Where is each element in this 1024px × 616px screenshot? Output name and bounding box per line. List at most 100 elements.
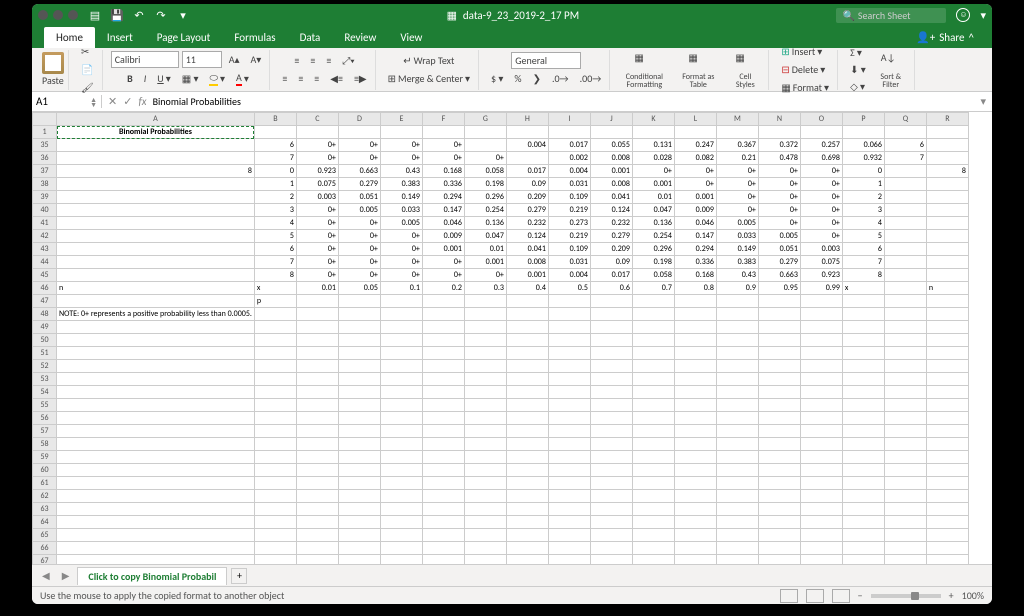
cell[interactable] <box>548 347 590 360</box>
row-header[interactable]: 57 <box>33 425 57 438</box>
cell[interactable] <box>716 490 758 503</box>
cell[interactable]: 0.136 <box>632 217 674 230</box>
cell[interactable] <box>590 334 632 347</box>
cell[interactable] <box>380 386 422 399</box>
cell[interactable]: 0+ <box>422 269 464 282</box>
cell[interactable] <box>422 386 464 399</box>
cell[interactable] <box>464 529 506 542</box>
cell[interactable]: 0+ <box>716 191 758 204</box>
cell[interactable]: 0.336 <box>422 178 464 191</box>
cell[interactable] <box>548 464 590 477</box>
cell[interactable] <box>758 542 800 555</box>
cell[interactable] <box>632 503 674 516</box>
cell[interactable]: 0+ <box>296 256 338 269</box>
cell[interactable] <box>884 542 926 555</box>
cell[interactable] <box>716 295 758 308</box>
cell[interactable] <box>506 347 548 360</box>
cell[interactable]: 8 <box>842 269 884 282</box>
cell[interactable] <box>926 308 968 321</box>
cell[interactable]: 0.075 <box>800 256 842 269</box>
cell[interactable] <box>422 464 464 477</box>
cell[interactable] <box>800 347 842 360</box>
cell[interactable]: 0.041 <box>506 243 548 256</box>
cell[interactable]: 0.99 <box>800 282 842 295</box>
cell[interactable]: 0.033 <box>716 230 758 243</box>
cell[interactable]: 1 <box>842 178 884 191</box>
cell[interactable]: 0.232 <box>590 217 632 230</box>
cell[interactable] <box>506 308 548 321</box>
cell[interactable]: 0+ <box>296 243 338 256</box>
cell[interactable] <box>884 230 926 243</box>
cell[interactable]: 0.046 <box>422 217 464 230</box>
cell[interactable]: 0.051 <box>758 243 800 256</box>
cell[interactable]: 0.219 <box>548 204 590 217</box>
cell[interactable]: 0.01 <box>632 191 674 204</box>
cell[interactable] <box>464 386 506 399</box>
cell[interactable]: 0.001 <box>422 243 464 256</box>
cell[interactable] <box>842 503 884 516</box>
cell[interactable] <box>926 126 968 139</box>
cell[interactable] <box>380 555 422 565</box>
cell[interactable] <box>422 334 464 347</box>
cell[interactable] <box>590 477 632 490</box>
cell[interactable] <box>422 347 464 360</box>
cell[interactable]: 0+ <box>338 152 380 165</box>
cell[interactable] <box>716 334 758 347</box>
cell[interactable] <box>674 490 716 503</box>
cell[interactable]: 0+ <box>800 217 842 230</box>
cell[interactable] <box>548 373 590 386</box>
row-header[interactable]: 63 <box>33 503 57 516</box>
row-header[interactable]: 67 <box>33 555 57 565</box>
cell[interactable]: 0.279 <box>506 204 548 217</box>
currency-button[interactable]: $ ▾ <box>487 70 507 87</box>
cell[interactable] <box>884 451 926 464</box>
cell[interactable] <box>674 425 716 438</box>
cell[interactable] <box>338 347 380 360</box>
customize-qat-icon[interactable]: ▾ <box>176 8 190 22</box>
cell[interactable] <box>632 438 674 451</box>
cell[interactable] <box>590 386 632 399</box>
cell[interactable]: 0.254 <box>632 230 674 243</box>
cell[interactable]: 0.058 <box>464 165 506 178</box>
cell[interactable] <box>464 490 506 503</box>
cell[interactable]: 8 <box>926 165 968 178</box>
cell[interactable] <box>380 464 422 477</box>
cell[interactable]: 3 <box>254 204 296 217</box>
cell[interactable] <box>842 386 884 399</box>
cell[interactable]: 0.3 <box>464 282 506 295</box>
cell[interactable]: 0.01 <box>296 282 338 295</box>
cell[interactable]: 0.005 <box>338 204 380 217</box>
cell[interactable]: 0.058 <box>632 269 674 282</box>
cell[interactable]: 0.055 <box>590 139 632 152</box>
comma-button[interactable]: ❯ <box>529 70 545 87</box>
cell[interactable]: 0.232 <box>506 217 548 230</box>
cell[interactable] <box>926 425 968 438</box>
cell[interactable] <box>296 126 338 139</box>
cell[interactable] <box>422 490 464 503</box>
cell[interactable] <box>464 438 506 451</box>
cell[interactable] <box>57 373 255 386</box>
cell[interactable] <box>296 308 338 321</box>
cell[interactable] <box>464 373 506 386</box>
cell[interactable]: 0.383 <box>380 178 422 191</box>
cell[interactable]: 0.2 <box>422 282 464 295</box>
autosum-button[interactable]: Σ ▾ <box>846 44 870 61</box>
cell[interactable] <box>674 555 716 565</box>
cell[interactable]: 0.017 <box>548 139 590 152</box>
cell[interactable] <box>884 412 926 425</box>
cell[interactable] <box>422 412 464 425</box>
cell[interactable] <box>254 529 296 542</box>
wrap-text-button[interactable]: ↵ Wrap Text <box>399 52 458 69</box>
cell[interactable] <box>632 516 674 529</box>
cell[interactable]: 0+ <box>716 204 758 217</box>
cell[interactable] <box>296 399 338 412</box>
cell[interactable] <box>926 269 968 282</box>
cell[interactable] <box>380 425 422 438</box>
zoom-slider[interactable] <box>871 594 941 598</box>
cell[interactable] <box>57 399 255 412</box>
cell[interactable] <box>800 529 842 542</box>
cell[interactable] <box>590 503 632 516</box>
cell[interactable]: 7 <box>254 152 296 165</box>
page-break-view-icon[interactable] <box>832 589 850 603</box>
cell[interactable]: 0.1 <box>380 282 422 295</box>
